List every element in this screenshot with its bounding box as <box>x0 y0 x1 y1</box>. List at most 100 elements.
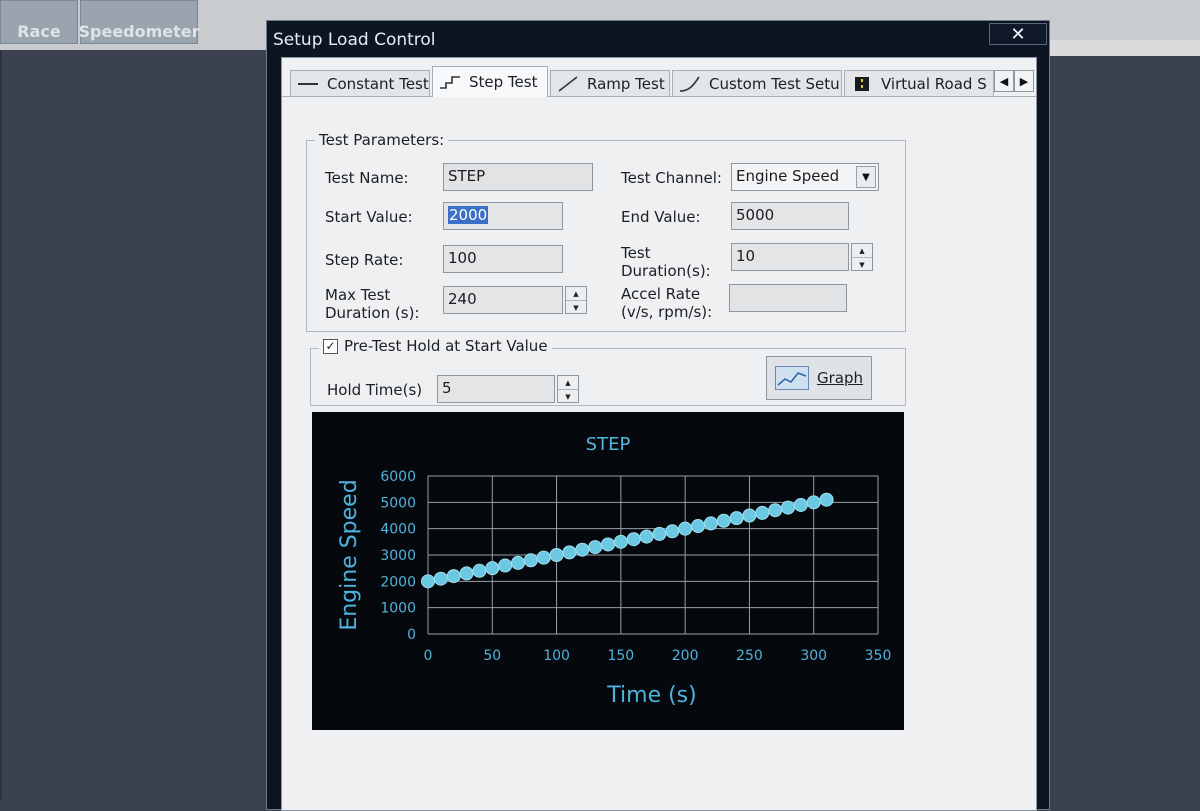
start-value-input[interactable]: 2000 <box>443 202 563 230</box>
data-point <box>768 503 783 518</box>
background-tab-race[interactable]: Race <box>0 0 78 44</box>
pretest-hold-checkbox-row[interactable]: ✓ Pre-Test Hold at Start Value <box>319 337 552 355</box>
hold-time-spinner[interactable]: ▲ ▼ <box>557 375 579 403</box>
chevron-down-icon[interactable]: ▼ <box>856 166 876 188</box>
background-tab-speedometer[interactable]: Speedometer <box>78 0 200 44</box>
data-point <box>549 548 564 562</box>
max-duration-label-1: Max Test <box>325 286 391 304</box>
tab-custom-test-setup[interactable]: Custom Test Setup <box>672 70 842 96</box>
data-point <box>523 553 538 568</box>
data-point <box>665 524 680 539</box>
y-axis-label: Engine Speed <box>337 479 362 630</box>
background-edge <box>0 50 2 800</box>
y-tick-label: 5000 <box>380 495 416 511</box>
test-channel-select[interactable]: Engine Speed ▼ <box>731 163 879 191</box>
tab-label: Custom Test Setup <box>709 74 842 93</box>
x-tick-label: 250 <box>736 648 763 664</box>
test-duration-spinner[interactable]: ▲ ▼ <box>851 243 873 271</box>
x-tick-label: 0 <box>424 648 433 664</box>
data-point <box>446 569 461 584</box>
max-duration-spinner[interactable]: ▲ ▼ <box>565 286 587 314</box>
test-name-label: Test Name: <box>325 169 409 187</box>
step-line-icon <box>440 76 460 89</box>
tab-scroll-right-button[interactable]: ▶ <box>1014 70 1034 92</box>
spin-up-button[interactable]: ▲ <box>566 287 586 301</box>
tab-scroll-arrows: ◀ ▶ <box>994 70 1036 92</box>
x-tick-label: 300 <box>800 648 827 664</box>
test-channel-label: Test Channel: <box>621 169 722 187</box>
data-point <box>639 529 654 544</box>
data-point <box>626 532 641 547</box>
pretest-hold-checkbox[interactable]: ✓ <box>323 338 338 354</box>
x-tick-label: 150 <box>607 648 634 664</box>
background-tab-label: Race <box>17 22 61 41</box>
y-tick-label: 4000 <box>380 522 416 538</box>
accel-rate-label-1: Accel Rate <box>621 285 701 303</box>
data-point <box>433 571 448 586</box>
ramp-line-icon <box>558 75 578 92</box>
data-point <box>536 550 551 565</box>
data-point <box>742 508 757 523</box>
graph-button[interactable]: Graph <box>766 356 872 400</box>
y-tick-label: 0 <box>407 627 416 643</box>
tab-scroll-left-button[interactable]: ◀ <box>994 70 1014 92</box>
data-point <box>459 566 474 581</box>
data-point <box>575 542 590 557</box>
step-chart: 0 1000 2000 3000 4000 5000 6000 0 50 100 150 200 250… <box>337 434 891 708</box>
data-point <box>729 511 744 526</box>
data-point <box>755 505 770 520</box>
data-point <box>498 558 513 573</box>
y-tick-label: 2000 <box>380 574 416 590</box>
dialog-titlebar[interactable]: Setup Load Control ✕ <box>267 21 1049 55</box>
tab-label: Ramp Test <box>587 74 665 93</box>
road-icon <box>855 76 869 91</box>
end-value-input[interactable]: 5000 <box>731 202 849 230</box>
test-parameters-title: Test Parameters: <box>315 131 449 149</box>
test-name-field[interactable]: STEP <box>443 163 593 191</box>
data-point <box>678 521 693 536</box>
data-point <box>421 574 435 589</box>
data-point <box>691 519 705 534</box>
graph-button-label: Graph <box>817 369 864 387</box>
y-tick-label: 3000 <box>380 548 416 564</box>
spin-down-button[interactable]: ▼ <box>852 258 872 271</box>
data-point <box>562 545 577 560</box>
spin-up-button[interactable]: ▲ <box>852 244 872 258</box>
close-button[interactable]: ✕ <box>989 23 1047 45</box>
data-point <box>511 555 525 570</box>
spin-down-button[interactable]: ▼ <box>566 301 586 314</box>
data-point <box>588 540 603 555</box>
spin-down-button[interactable]: ▼ <box>558 390 578 403</box>
test-duration-label-1: Test <box>621 244 651 262</box>
data-point <box>819 492 834 507</box>
spin-up-button[interactable]: ▲ <box>558 376 578 390</box>
test-duration-input[interactable]: 10 <box>731 243 849 271</box>
step-rate-input[interactable]: 100 <box>443 245 563 273</box>
tab-step-test[interactable]: Step Test <box>432 66 548 97</box>
tab-label: Virtual Road S <box>881 74 987 93</box>
background-tab-label: Speedometer <box>78 22 200 41</box>
x-tick-label: 100 <box>543 648 570 664</box>
tab-ramp-test[interactable]: Ramp Test <box>550 70 670 96</box>
data-point <box>601 537 615 552</box>
max-duration-input[interactable]: 240 <box>443 286 563 314</box>
data-point <box>716 513 731 528</box>
data-point <box>485 561 500 576</box>
data-point <box>652 526 667 541</box>
dialog-client-area: Constant Test Step Test Ramp Test Custom… <box>281 57 1037 811</box>
step-rate-label: Step Rate: <box>325 251 404 269</box>
dialog-title: Setup Load Control <box>273 30 436 50</box>
start-value-label: Start Value: <box>325 208 413 226</box>
accel-rate-label-2: (v/s, rpm/s): <box>621 303 713 321</box>
start-value-text: 2000 <box>448 206 489 224</box>
accel-rate-field[interactable] <box>729 284 847 312</box>
chevron-right-icon: ▶ <box>1019 74 1029 88</box>
tab-constant-test[interactable]: Constant Test <box>290 70 430 96</box>
test-duration-label-2: Duration(s): <box>621 262 711 280</box>
hold-time-input[interactable]: 5 <box>437 375 555 403</box>
data-point <box>613 534 628 549</box>
y-tick-label: 6000 <box>380 469 416 485</box>
end-value-label: End Value: <box>621 208 701 226</box>
chart-title: STEP <box>586 434 631 455</box>
tab-virtual-road[interactable]: Virtual Road S <box>844 70 994 96</box>
